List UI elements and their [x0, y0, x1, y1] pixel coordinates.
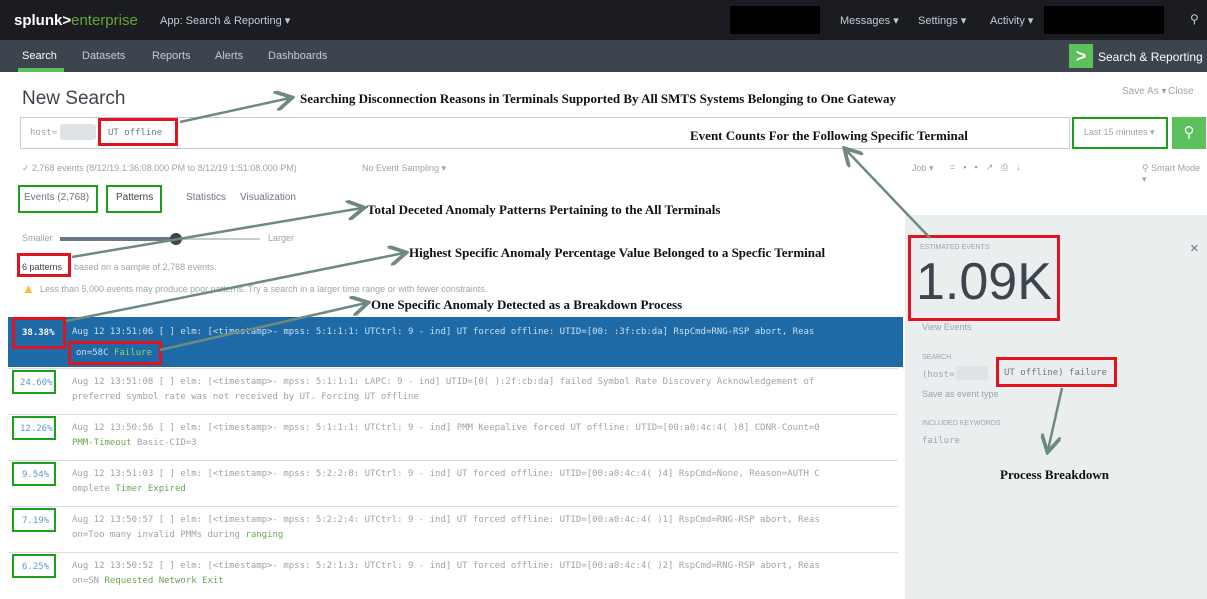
pattern-count: 6 patterns: [22, 262, 63, 272]
app-menu[interactable]: App: Search & Reporting ▾: [160, 14, 290, 27]
pattern-text: Aug 12 13:51:03 [ ] elm: [<timestamp>- m…: [72, 469, 820, 479]
pattern-pct: 7.19%: [22, 516, 50, 526]
annotation-event-counts: Event Counts For the Following Specific …: [690, 128, 968, 143]
smart-mode-dropdown[interactable]: ⚲ Smart Mode ▾: [1142, 163, 1207, 185]
pattern-pct: 24.60%: [20, 378, 53, 388]
activity-menu[interactable]: Activity ▾: [990, 14, 1033, 27]
nav-active-indicator: [18, 68, 64, 72]
close-button[interactable]: Close: [1168, 86, 1194, 97]
pattern-text-line2b: ranging: [245, 530, 284, 540]
nav-alerts[interactable]: Alerts: [215, 50, 243, 62]
pattern-slider-handle[interactable]: [170, 233, 182, 245]
settings-menu[interactable]: Settings ▾: [918, 14, 966, 27]
pattern-text-cont: on=Too many invalid PMMs during ranging: [72, 529, 283, 542]
pattern-text-line2b: Basic-CID=3: [137, 438, 197, 448]
annotation-highest-pct: Highest Specific Anomaly Percentage Valu…: [409, 245, 826, 260]
app-title: Search & Reporting: [1098, 50, 1203, 64]
tab-statistics[interactable]: Statistics: [186, 192, 226, 203]
included-keywords-label: INCLUDED KEYWORDS: [922, 420, 1001, 427]
app-logo-icon[interactable]: >: [1069, 44, 1093, 68]
pattern-text-cont: PMM-Timeout Basic-CID=3: [72, 437, 197, 450]
arrow-total-patterns: [71, 208, 362, 259]
pattern-text: Aug 12 13:50:56 [ ] elm: [<timestamp>- m…: [72, 423, 820, 433]
search-label: SEARCH: [922, 354, 952, 361]
pattern-pct: 6.25%: [22, 562, 50, 572]
logo-sub: enterprise: [71, 12, 138, 29]
events-status: ✓ 2,768 events (8/12/19 1:36:08.000 PM t…: [22, 163, 297, 173]
splunk-logo[interactable]: splunk>enterprise: [14, 12, 138, 29]
search-submit-button[interactable]: ⚲: [1172, 117, 1206, 149]
close-panel-icon[interactable]: ×: [1190, 240, 1199, 257]
nav-search[interactable]: Search: [22, 50, 57, 62]
nav-reports[interactable]: Reports: [152, 50, 191, 62]
annotation-total-patterns: Total Deceted Anomaly Patterns Pertainin…: [367, 202, 721, 217]
page-title: New Search: [22, 88, 126, 109]
pattern-text: Aug 12 13:50:52 [ ] elm: [<timestamp>- m…: [72, 561, 820, 571]
slider-larger-label: Larger: [268, 233, 295, 243]
save-event-type-link[interactable]: Save as event type: [922, 389, 999, 399]
pattern-text-line2: preferred symbol rate was not received b…: [72, 392, 419, 402]
pattern-text: Aug 12 13:51:08 [ ] elm: [<timestamp>- m…: [72, 377, 815, 387]
estimated-events-label: ESTIMATED EVENTS: [920, 244, 990, 251]
annotation-breakdown-anomaly: One Specific Anomaly Detected as a Break…: [371, 297, 683, 312]
warning-icon: ▲: [22, 281, 35, 296]
logo-main: splunk>: [14, 12, 72, 29]
redacted-user: [1044, 6, 1164, 34]
slider-smaller-label: Smaller: [22, 233, 53, 243]
side-search-value: UT offline) failure: [1004, 368, 1107, 378]
view-events-link[interactable]: View Events: [922, 322, 971, 332]
nav-dashboards[interactable]: Dashboards: [268, 50, 327, 62]
pattern-text-line2b: Timer Expired: [115, 484, 186, 494]
pattern-text-line2: on=Too many invalid PMMs during: [72, 530, 240, 540]
pattern-text: Aug 12 13:51:06 [ ] elm: [<timestamp>- m…: [72, 327, 815, 337]
job-controls-icon[interactable]: =▪▪↗⎙↓: [950, 162, 1029, 173]
pattern-basis: based on a sample of 2,768 events.: [74, 262, 217, 272]
pattern-text-cont: on=58C Failure: [76, 347, 152, 360]
pattern-text-line2b: Requested Network Exit: [104, 576, 224, 586]
annotation-process-breakdown: Process Breakdown: [1000, 467, 1109, 482]
pattern-text-cont: omplete Timer Expired: [72, 483, 186, 496]
tab-events[interactable]: Events (2,768): [24, 192, 89, 203]
pattern-pct: 9.54%: [22, 470, 50, 480]
pattern-text-line2: omplete: [72, 484, 110, 494]
side-search-prefix: (host=: [922, 370, 955, 380]
keyword-failure: Failure: [113, 348, 152, 358]
annotation-search: Searching Disconnection Reasons in Termi…: [300, 91, 897, 106]
search-query: UT offline: [108, 128, 163, 138]
redacted-host: [956, 366, 988, 380]
save-as-button[interactable]: Save As ▾: [1122, 86, 1167, 97]
search-icon[interactable]: ⚲: [1190, 12, 1199, 26]
tab-patterns[interactable]: Patterns: [116, 192, 153, 203]
messages-menu[interactable]: Messages ▾: [840, 14, 899, 27]
job-menu[interactable]: Job ▾: [912, 163, 934, 174]
pattern-text-line2: on=58C: [76, 348, 109, 358]
pattern-text-cont: on=SN Requested Network Exit: [72, 575, 224, 588]
sampling-dropdown[interactable]: No Event Sampling ▾: [362, 163, 446, 174]
pattern-text: Aug 12 13:50:57 [ ] elm: [<timestamp>- m…: [72, 515, 820, 525]
pattern-pct: 38.38%: [22, 328, 55, 338]
redacted-host: [60, 124, 96, 140]
pattern-pct: 12.26%: [20, 424, 53, 434]
redacted-block: [730, 6, 820, 34]
time-range-picker[interactable]: Last 15 minutes ▾: [1084, 127, 1155, 138]
included-keyword: failure: [922, 436, 960, 446]
pattern-text-line2: on=SN: [72, 576, 100, 586]
nav-datasets[interactable]: Datasets: [82, 50, 125, 62]
search-prefix: host=: [30, 128, 58, 138]
pattern-slider-fill: [60, 237, 175, 241]
pattern-text-line2: PMM-Timeout: [72, 438, 132, 448]
pattern-warning: Less than 5,000 events may produce poor …: [40, 284, 488, 294]
tab-visualization[interactable]: Visualization: [240, 192, 296, 203]
estimated-events-value: 1.09K: [916, 253, 1052, 311]
